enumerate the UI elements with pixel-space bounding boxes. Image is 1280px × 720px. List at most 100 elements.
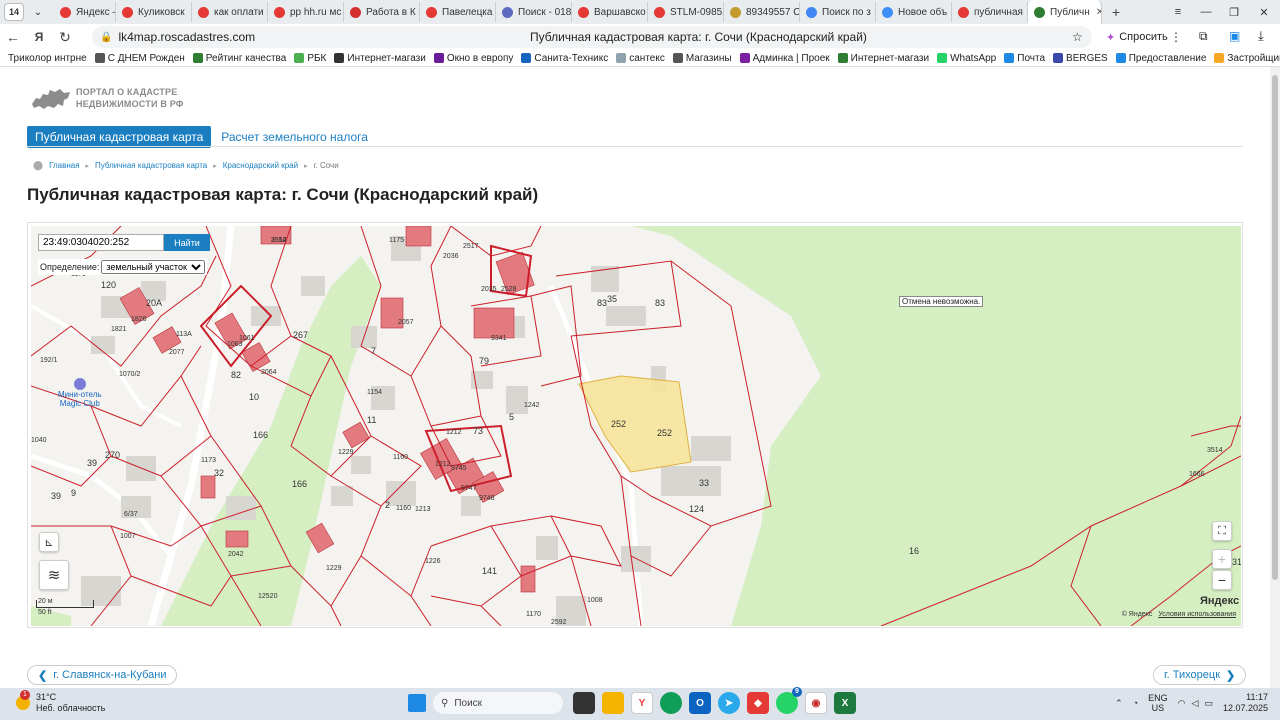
- parcel-number-label: 1666: [1189, 471, 1205, 478]
- new-tab-button[interactable]: +: [1106, 4, 1126, 20]
- download-icon[interactable]: ⤓: [1258, 28, 1264, 44]
- screen-recorder-icon[interactable]: ◉: [805, 692, 827, 714]
- cadastral-map[interactable]: 255211752036251720352528117912020А182118…: [27, 222, 1243, 628]
- nav-land-tax[interactable]: Расчет земельного налога: [221, 130, 368, 144]
- find-button[interactable]: Найти: [164, 234, 210, 251]
- telegram-icon[interactable]: ➤: [718, 692, 740, 714]
- scrollbar-thumb[interactable]: [1272, 75, 1278, 580]
- collections-icon[interactable]: ⧉: [1199, 29, 1208, 44]
- browser-tab[interactable]: 89349557 С: [724, 2, 800, 22]
- anydesk-icon[interactable]: ◆: [747, 692, 769, 714]
- cadastral-number-input[interactable]: [38, 234, 164, 251]
- yandex-browser-icon[interactable]: Y: [631, 692, 653, 714]
- breadcrumb-home[interactable]: Главная: [49, 161, 79, 170]
- ask-button[interactable]: ✦ Спросить: [1100, 27, 1174, 47]
- parcel-number-label: 2528: [501, 286, 517, 293]
- back-arrow-icon[interactable]: ←: [0, 24, 26, 50]
- browser-tab[interactable]: pp hh.ru мс: [268, 2, 344, 22]
- parcel-number-label: 2035: [481, 286, 497, 293]
- browser-tab[interactable]: Поиск - 018: [496, 2, 572, 22]
- tray-chevron-icon[interactable]: ⌃: [1115, 698, 1123, 709]
- task-view-icon[interactable]: [573, 692, 595, 714]
- browser-tab[interactable]: Новое объ: [876, 2, 952, 22]
- page-scrollbar[interactable]: [1270, 67, 1280, 688]
- bookmark-item[interactable]: Магазины: [672, 53, 732, 64]
- parcel-number-label: 1826: [131, 316, 147, 323]
- zoom-in-button[interactable]: +: [1212, 549, 1232, 569]
- ruler-button[interactable]: ⊾: [39, 532, 59, 552]
- reload-icon[interactable]: ↻: [52, 24, 78, 50]
- tab-label: Поиск по з: [822, 6, 871, 18]
- definition-select[interactable]: земельный участок: [101, 260, 206, 274]
- parcel-number-label: 1821: [111, 326, 127, 333]
- bookmark-item[interactable]: BERGES: [1053, 53, 1108, 64]
- bookmark-item[interactable]: РБК: [294, 53, 326, 64]
- browser-tab[interactable]: Варшавско: [572, 2, 648, 22]
- next-city-link[interactable]: г. Тихорецк ❯: [1153, 665, 1247, 685]
- weather-widget[interactable]: 1 31°C Неб. облачность: [16, 690, 105, 714]
- bookmark-favicon-icon: [1004, 53, 1015, 63]
- restore-button[interactable]: ❐: [1220, 0, 1248, 24]
- terms-link[interactable]: Условия использования: [1158, 611, 1236, 618]
- volume-icon[interactable]: ◁: [1192, 698, 1199, 709]
- bookmark-item[interactable]: Рейтинг качества: [192, 53, 286, 64]
- close-window-button[interactable]: ✕: [1250, 0, 1278, 24]
- yandex-icon[interactable]: Я: [26, 24, 52, 50]
- more-icon[interactable]: ⋮: [1170, 30, 1182, 44]
- excel-icon[interactable]: X: [834, 692, 856, 714]
- zoom-out-button[interactable]: −: [1212, 570, 1232, 590]
- breadcrumb-map[interactable]: Публичная кадастровая карта: [95, 161, 207, 170]
- browser-tab[interactable]: Поиск по з: [800, 2, 876, 22]
- browser-tab[interactable]: Публичн ✕: [1028, 0, 1102, 24]
- bookmark-item[interactable]: Интернет-магази: [837, 53, 929, 64]
- file-explorer-icon[interactable]: [602, 692, 624, 714]
- site-logo[interactable]: ПОРТАЛ О КАДАСТРЕ НЕДВИЖИМОСТИ В РФ: [30, 84, 184, 112]
- close-tab-icon[interactable]: ✕: [1096, 7, 1101, 18]
- hotel-marker[interactable]: Мини-отель Magic Club: [58, 378, 102, 408]
- minimize-button[interactable]: —: [1192, 0, 1220, 24]
- extensions-icon[interactable]: ▣: [1229, 29, 1240, 43]
- browser-tab[interactable]: Яндекс — б: [54, 2, 116, 22]
- map-canvas[interactable]: 255211752036251720352528117912020А182118…: [31, 226, 1241, 626]
- language-indicator[interactable]: ENG US: [1148, 693, 1168, 713]
- bookmark-item[interactable]: Админка | Проек: [739, 53, 830, 64]
- nav-public-map[interactable]: Публичная кадастровая карта: [27, 126, 212, 148]
- parcel-number-label: 1040: [31, 437, 47, 444]
- parcel-number-label: 1170: [526, 611, 541, 618]
- bookmark-item[interactable]: Застройщики в М: [1214, 53, 1280, 64]
- bookmark-icon[interactable]: ☆: [1072, 30, 1083, 44]
- prev-city-link[interactable]: ❮ г. Славянск-на-Кубани: [27, 665, 178, 685]
- browser-tab[interactable]: Работа в К: [344, 2, 420, 22]
- wifi-icon[interactable]: ◠: [1178, 698, 1186, 709]
- bookmark-item[interactable]: С ДНЕМ Рожден: [94, 53, 185, 64]
- bookmark-item[interactable]: Окно в европу: [433, 53, 513, 64]
- windows-start-icon[interactable]: [408, 694, 426, 712]
- browser-tab[interactable]: STLM-0985: [648, 2, 724, 22]
- url-field[interactable]: 🔒 lk4map.roscadastres.com Публичная када…: [92, 26, 1092, 48]
- browser-tab[interactable]: как оплати: [192, 2, 268, 22]
- outlook-icon[interactable]: O: [689, 692, 711, 714]
- layers-button[interactable]: ≋: [39, 560, 69, 590]
- security-icon[interactable]: ◔: [1133, 698, 1138, 708]
- browser-tab[interactable]: публичная: [952, 2, 1028, 22]
- bookmark-item[interactable]: Интернет-магази: [334, 53, 426, 64]
- breadcrumb-region[interactable]: Краснодарский край: [223, 161, 298, 170]
- clock[interactable]: 11:17 12.07.2025: [1223, 692, 1268, 714]
- bookmark-item[interactable]: Почта: [1004, 53, 1045, 64]
- tab-count-button[interactable]: 14: [4, 3, 24, 21]
- fullscreen-button[interactable]: ⛶: [1212, 521, 1232, 541]
- browser-tab[interactable]: Куликовск: [116, 2, 192, 22]
- taskbar-search[interactable]: ⚲ Поиск: [433, 692, 563, 714]
- tab-list-chevron-icon[interactable]: ⌄: [28, 3, 48, 21]
- battery-icon[interactable]: ▭: [1204, 698, 1213, 709]
- menu-icon[interactable]: ≡: [1164, 0, 1192, 24]
- whatsapp-icon[interactable]: 9: [776, 687, 802, 714]
- bookmark-item[interactable]: WhatsApp: [937, 53, 996, 64]
- bookmark-item[interactable]: Предоставление: [1115, 53, 1206, 64]
- browser-tab-bar: 14 ⌄ Яндекс — б Куликовск как оплати pp hh.…: [0, 0, 1280, 24]
- browser-tab[interactable]: Павелецка: [420, 2, 496, 22]
- bookmark-item[interactable]: Санита-Техникс: [521, 53, 608, 64]
- edge-icon[interactable]: [660, 692, 682, 714]
- bookmark-item[interactable]: сантекс: [616, 53, 665, 64]
- bookmark-item[interactable]: Триколор интрне: [8, 53, 87, 64]
